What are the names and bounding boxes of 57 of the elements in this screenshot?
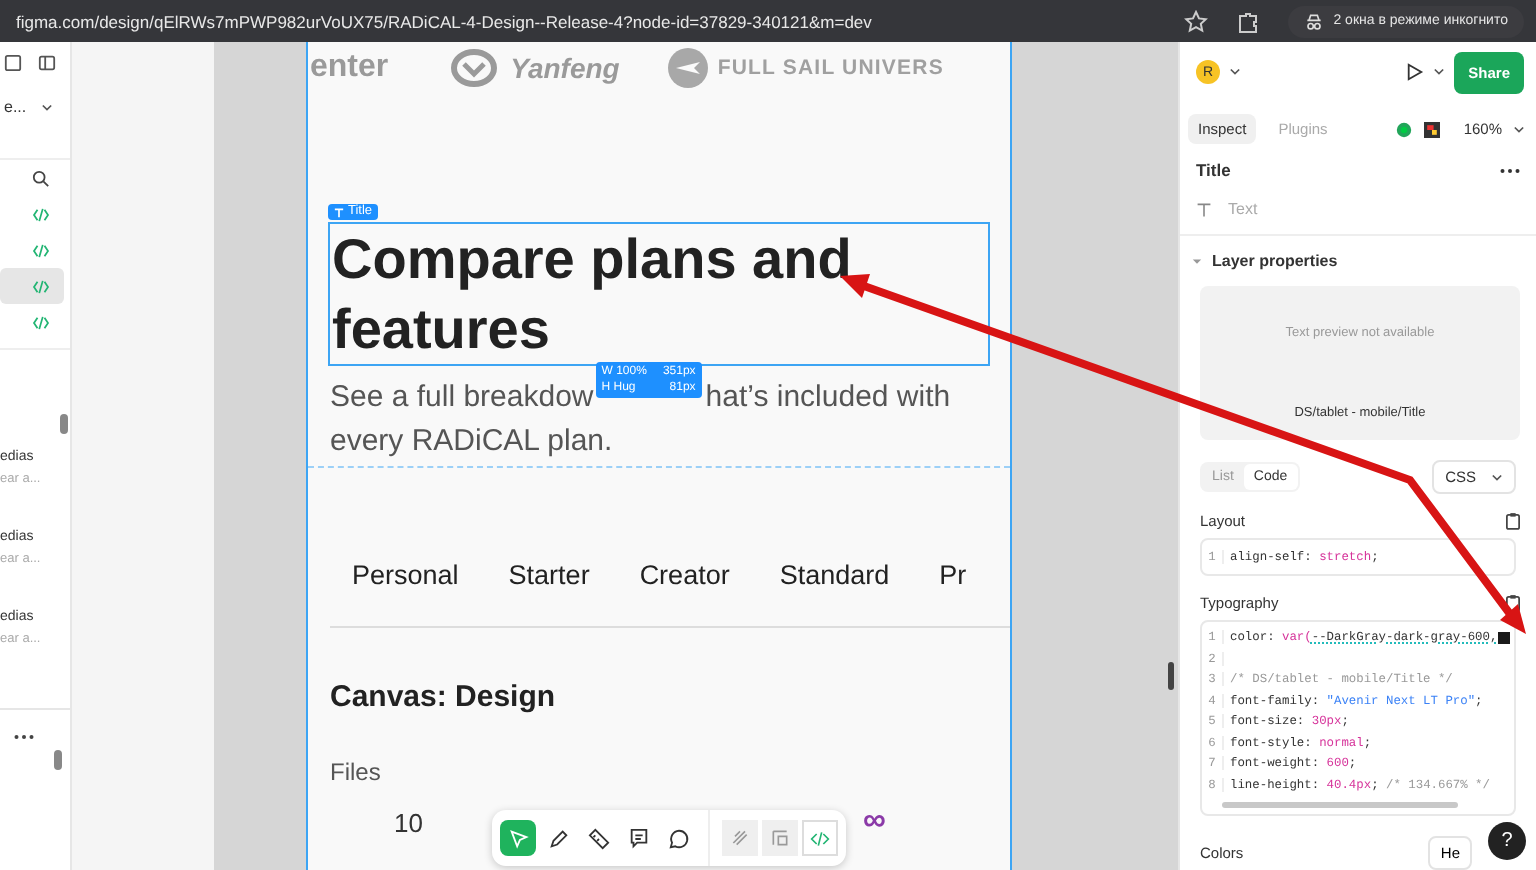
section-title[interactable]: Layer properties [1212, 252, 1338, 270]
plan-column-header: Creator [639, 560, 730, 590]
search-icon[interactable] [32, 169, 50, 187]
page-name[interactable]: e... [4, 98, 27, 116]
play-icon[interactable] [1406, 62, 1425, 82]
note-icon [627, 827, 649, 849]
plan-column-header: Standard [779, 560, 890, 590]
text-icon [1196, 201, 1212, 217]
plan-column-header: Personal [352, 560, 459, 590]
chevron-icon[interactable] [42, 103, 53, 111]
pen-icon [547, 827, 569, 849]
row-label: Files [330, 758, 383, 786]
star-icon[interactable] [1183, 9, 1208, 33]
code-icon [32, 243, 50, 257]
table-cell: ∞ [862, 804, 886, 840]
frame-icon[interactable] [4, 53, 22, 71]
subtitle-text: See a full breakdow [330, 378, 594, 418]
code-icon [810, 829, 830, 847]
ruler-icon [587, 827, 609, 849]
extensions-icon[interactable] [1235, 9, 1260, 33]
clipboard-icon[interactable] [1506, 512, 1520, 530]
plugin-icon[interactable] [1423, 121, 1440, 137]
pointer-icon [507, 827, 529, 849]
plane-logo-icon [667, 48, 708, 88]
section-title: Canvas: Design [330, 680, 558, 714]
lines-icon [730, 828, 750, 848]
code-icon [32, 315, 50, 329]
sidebar-icon[interactable] [38, 53, 56, 71]
plan-column-header: Starter [508, 560, 590, 590]
text-icon [334, 207, 344, 217]
clipboard-icon[interactable] [1506, 593, 1520, 611]
chevron-icon[interactable] [1434, 68, 1445, 76]
page-title: Compare plans and features [328, 222, 990, 366]
layer-name: Title [1196, 160, 1231, 180]
logo-text: enter [310, 50, 389, 86]
subtitle-text: every RADiCAL plan. [330, 422, 615, 462]
incognito-icon [1303, 11, 1324, 31]
swirl-logo-icon [448, 48, 501, 88]
more-icon[interactable] [14, 734, 34, 740]
code-icon [32, 279, 50, 293]
layer-type: Text [1228, 200, 1258, 218]
code-icon [32, 207, 50, 221]
layout-icon [770, 828, 790, 848]
logo-text: FULL SAIL UNIVERS [717, 56, 944, 80]
plan-column-header: Pr [939, 560, 967, 590]
scroll-handle[interactable] [1168, 662, 1174, 690]
help-button[interactable]: ? [1488, 822, 1526, 860]
more-icon[interactable] [1500, 167, 1520, 173]
address-field[interactable]: figma.com/design/qElRWs7mPWP982urVoUX75/RADiCAL-4-Design--Release-4?node-id=37829-340121&m=dev [16, 11, 1156, 31]
comment-icon [667, 827, 689, 849]
collapse-icon[interactable] [1192, 257, 1202, 265]
logo-text: Yanfeng [510, 52, 620, 84]
chevron-icon[interactable] [1230, 68, 1240, 76]
chevron-icon [1492, 473, 1502, 481]
subtitle-text: hat’s included with [705, 378, 951, 418]
chevron-icon[interactable] [1514, 125, 1524, 133]
table-cell: 10 [394, 807, 423, 837]
